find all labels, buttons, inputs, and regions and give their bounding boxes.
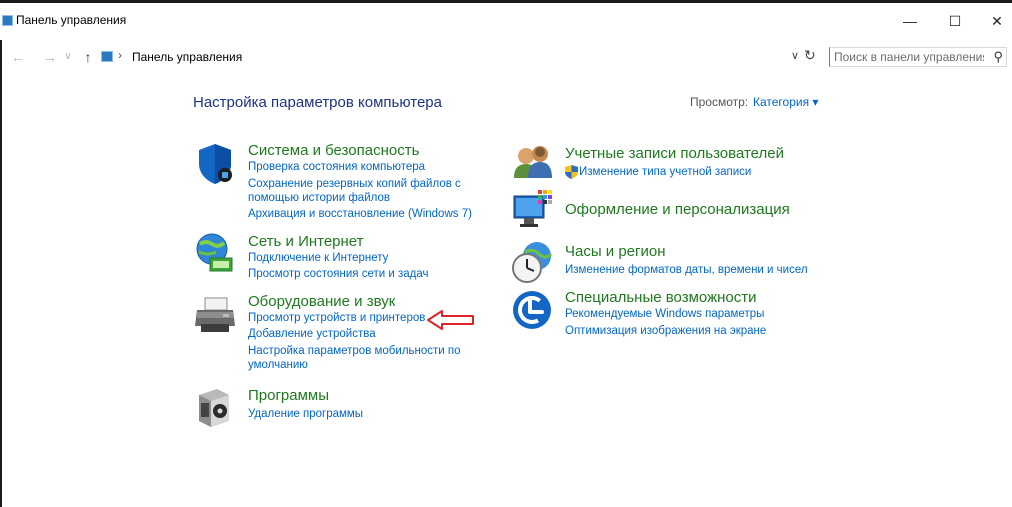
category-user-accounts-title[interactable]: Учетные записи пользователей <box>565 145 784 162</box>
accessibility-icon[interactable] <box>512 290 552 330</box>
back-arrow-icon[interactable]: ← <box>10 47 26 67</box>
control-panel-location-icon <box>101 51 113 62</box>
link-devices-and-printers[interactable]: Просмотр устройств и принтеров <box>248 311 425 326</box>
link-optimize-display[interactable]: Оптимизация изображения на экране <box>565 324 766 339</box>
minimize-button[interactable]: — <box>900 11 920 31</box>
maximize-button[interactable]: ☐ <box>945 11 965 31</box>
search-box[interactable]: ⚲ <box>829 47 1007 67</box>
breadcrumb-separator-icon[interactable]: › <box>118 48 122 62</box>
view-by-dropdown[interactable]: Категория ▾ <box>753 95 818 109</box>
up-arrow-icon[interactable]: ↑ <box>81 47 95 67</box>
link-recommended-settings[interactable]: Рекомендуемые Windows параметры <box>565 307 764 322</box>
breadcrumb-control-panel[interactable]: Панель управления <box>132 50 242 64</box>
category-appearance-title[interactable]: Оформление и персонализация <box>565 201 790 218</box>
clock-globe-icon[interactable] <box>511 240 555 284</box>
link-add-device[interactable]: Добавление устройства <box>248 327 376 342</box>
link-check-computer-status[interactable]: Проверка состояния компьютера <box>248 160 425 175</box>
link-connect-to-internet[interactable]: Подключение к Интернету <box>248 251 388 266</box>
printer-icon[interactable] <box>193 296 237 336</box>
link-uninstall-program[interactable]: Удаление программы <box>248 407 363 422</box>
programs-box-icon[interactable] <box>195 385 233 427</box>
category-clock-region-title[interactable]: Часы и регион <box>565 243 666 260</box>
annotation-arrow-icon <box>427 310 474 330</box>
link-file-history-backup[interactable]: Сохранение резервных копий файлов с <box>248 177 461 192</box>
title-bar[interactable]: Панель управления — ☐ ✕ <box>0 3 1012 38</box>
category-ease-of-access-title[interactable]: Специальные возможности <box>565 289 757 306</box>
recent-locations-chevron-icon[interactable]: ∨ <box>62 47 74 67</box>
users-icon[interactable] <box>512 142 554 182</box>
window-title: Панель управления <box>16 13 127 27</box>
shield-icon[interactable] <box>195 142 235 186</box>
page-title: Настройка параметров компьютера <box>193 94 442 111</box>
category-programs-title[interactable]: Программы <box>248 387 329 404</box>
link-mobility-settings-line2[interactable]: умолчанию <box>248 358 308 373</box>
address-dropdown-chevron-icon[interactable]: ∨ <box>791 49 799 62</box>
link-change-date-formats[interactable]: Изменение форматов даты, времени и чисел <box>565 263 808 278</box>
link-change-account-type[interactable]: Изменение типа учетной записи <box>579 165 751 180</box>
refresh-icon[interactable]: ↻ <box>804 47 816 64</box>
search-icon[interactable]: ⚲ <box>993 49 1003 65</box>
link-network-status[interactable]: Просмотр состояния сети и задач <box>248 267 428 282</box>
forward-arrow-icon[interactable]: → <box>42 47 58 67</box>
network-globe-icon[interactable] <box>194 232 236 274</box>
category-system-security-title[interactable]: Система и безопасность <box>248 142 419 159</box>
address-bar: ← → ∨ ↑ › Панель управления ∨ ↻ ⚲ <box>0 43 1012 71</box>
monitor-palette-icon[interactable] <box>512 188 556 230</box>
search-input[interactable] <box>834 49 984 65</box>
category-network-internet-title[interactable]: Сеть и Интернет <box>248 233 364 250</box>
close-button[interactable]: ✕ <box>987 11 1007 31</box>
link-backup-restore-win7[interactable]: Архивация и восстановление (Windows 7) <box>248 207 472 222</box>
link-file-history-backup-line2[interactable]: помощью истории файлов <box>248 191 390 206</box>
category-hardware-sound-title[interactable]: Оборудование и звук <box>248 293 395 310</box>
control-panel-app-icon <box>2 15 13 26</box>
window-frame-left <box>0 40 2 507</box>
view-by-label: Просмотр: <box>690 95 749 109</box>
uac-shield-icon <box>565 165 578 179</box>
link-mobility-settings[interactable]: Настройка параметров мобильности по <box>248 344 461 359</box>
